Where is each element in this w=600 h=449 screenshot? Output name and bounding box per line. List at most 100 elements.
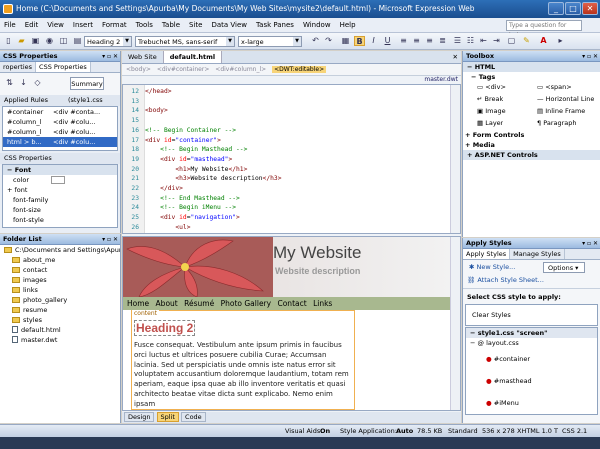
- code-line[interactable]: 21 <h3>Website description</h3>: [123, 174, 281, 184]
- code-line[interactable]: 20 <h1>My Website</h1>: [123, 165, 282, 175]
- media-group[interactable]: + Media: [463, 140, 600, 150]
- bullet-list-icon[interactable]: ☷: [465, 36, 476, 46]
- tag-column[interactable]: <div#column_l>: [215, 66, 266, 73]
- tool-image[interactable]: ▣ Image: [473, 106, 506, 116]
- tab-default-html[interactable]: default.html: [163, 51, 223, 63]
- heading-2[interactable]: Heading 2: [134, 320, 196, 336]
- style-select[interactable]: Heading 2 ▼: [84, 36, 132, 47]
- code-line[interactable]: 26 <ul>: [123, 223, 282, 233]
- code-line[interactable]: 22 </div>: [123, 184, 282, 194]
- font-select[interactable]: Trebuchet MS, sans-serif ▼: [135, 36, 235, 47]
- code-line[interactable]: 16 <!-- Begin Container -->: [123, 126, 282, 136]
- style-item[interactable]: ● #iMenu: [466, 392, 597, 414]
- more-options-icon[interactable]: ▸: [555, 36, 566, 46]
- rule-row[interactable]: #container <div #conta...: [3, 107, 117, 117]
- folder-item[interactable]: images: [0, 275, 120, 285]
- design-scrollbar[interactable]: [450, 237, 460, 410]
- code-line[interactable]: 19 <div id="masthead">: [123, 155, 282, 165]
- tool-div[interactable]: ▭ <div>: [473, 82, 506, 92]
- align-center-icon[interactable]: ≡: [411, 36, 422, 46]
- tab-code[interactable]: Code: [181, 412, 206, 422]
- tab-apply-styles[interactable]: Apply Styles: [463, 249, 511, 259]
- code-line[interactable]: 18 <!-- Begin Masthead -->: [123, 145, 282, 155]
- nav-links[interactable]: Links: [313, 299, 332, 308]
- tag-container[interactable]: <div#container>: [157, 66, 210, 73]
- style-application-value[interactable]: Auto: [396, 425, 413, 437]
- file-item[interactable]: master.dwt: [0, 335, 120, 345]
- tab-properties[interactable]: roperties: [0, 62, 37, 72]
- prop-row[interactable]: color: [3, 175, 117, 185]
- code-line[interactable]: 13: [123, 97, 282, 107]
- redo-icon[interactable]: ↷: [323, 36, 334, 46]
- mode[interactable]: Standard: [448, 425, 478, 437]
- panel-buttons[interactable]: ▾ ▫ ✕: [102, 234, 118, 245]
- menu-site[interactable]: Site: [189, 21, 202, 29]
- code-view[interactable]: 12 </head> 13 14 <body> 15 16 <!-- Begin Contai…: [122, 84, 461, 234]
- prop-row[interactable]: font-family: [3, 195, 117, 205]
- form-controls-group[interactable]: + Form Controls: [463, 130, 600, 140]
- layout-import[interactable]: − @ layout.css: [466, 338, 597, 348]
- sort-icon[interactable]: ⇅: [4, 78, 15, 88]
- italic-button[interactable]: I: [368, 36, 379, 46]
- outdent-icon[interactable]: ⇤: [478, 36, 489, 46]
- tab-manage-styles[interactable]: Manage Styles: [510, 249, 565, 259]
- tags-group[interactable]: − Tags: [463, 72, 600, 82]
- nav-resume[interactable]: Résumé: [184, 299, 214, 308]
- close-button[interactable]: ✕: [582, 2, 598, 15]
- menu-help[interactable]: Help: [340, 21, 356, 29]
- color-swatch[interactable]: [51, 176, 65, 184]
- tool-span[interactable]: ▭ <span>: [533, 82, 572, 92]
- menu-edit[interactable]: Edit: [25, 21, 39, 29]
- folder-item[interactable]: contact: [0, 265, 120, 275]
- new-page-icon[interactable]: ▯: [3, 36, 14, 46]
- prop-row[interactable]: + font: [3, 185, 117, 195]
- tab-split[interactable]: Split: [156, 412, 179, 422]
- code-line[interactable]: 12 </head>: [123, 87, 282, 97]
- menu-insert[interactable]: Insert: [73, 21, 93, 29]
- menu-window[interactable]: Window: [303, 21, 331, 29]
- justify-icon[interactable]: ≣: [437, 36, 448, 46]
- master-link[interactable]: master.dwt: [122, 76, 461, 83]
- tab-css-properties[interactable]: CSS Properties: [36, 62, 91, 72]
- css-version[interactable]: CSS 2.1: [562, 425, 587, 437]
- rule-row[interactable]: #column_l <div #colu...: [3, 117, 117, 127]
- nav-contact[interactable]: Contact: [277, 299, 306, 308]
- tool-hr[interactable]: — Horizontal Line: [533, 94, 594, 104]
- style-item[interactable]: ● #container: [466, 348, 597, 370]
- highlight-icon[interactable]: ✎: [521, 36, 532, 46]
- summary-button[interactable]: Summary: [70, 77, 104, 90]
- insert-image-icon[interactable]: ▦: [340, 36, 351, 46]
- rule-row[interactable]: #column_l <div #colu...: [3, 127, 117, 137]
- new-style-link[interactable]: ✱ New Style...: [465, 262, 515, 272]
- align-right-icon[interactable]: ≡: [424, 36, 435, 46]
- nav-about[interactable]: About: [156, 299, 178, 308]
- open-folder-icon[interactable]: ▰: [16, 36, 27, 46]
- doctype[interactable]: XHTML 1.0 T: [517, 425, 558, 437]
- minimize-button[interactable]: _: [548, 2, 564, 15]
- folder-item[interactable]: links: [0, 285, 120, 295]
- options-button[interactable]: Options ▾: [543, 262, 585, 273]
- code-line[interactable]: 25 <div id="navigation">: [123, 213, 282, 223]
- publish-icon[interactable]: ◉: [44, 36, 55, 46]
- menu-file[interactable]: File: [4, 21, 16, 29]
- print-icon[interactable]: ▤: [72, 36, 83, 46]
- visual-aids-value[interactable]: On: [320, 425, 330, 437]
- design-view[interactable]: My Website Website description Home Abou…: [122, 236, 461, 411]
- menu-task-panes[interactable]: Task Panes: [256, 21, 294, 29]
- font-group-row[interactable]: − Font: [3, 165, 117, 175]
- menu-data-view[interactable]: Data View: [211, 21, 247, 29]
- content-region[interactable]: content Heading 2 Fusce consequat. Vesti…: [131, 310, 355, 410]
- bold-button[interactable]: B: [354, 36, 365, 46]
- aspnet-group[interactable]: + ASP.NET Controls: [463, 150, 600, 160]
- menu-tools[interactable]: Tools: [136, 21, 153, 29]
- attach-stylesheet-link[interactable]: ⛓ Attach Style Sheet...: [463, 274, 600, 286]
- tab-design[interactable]: Design: [124, 412, 155, 422]
- close-doc-icon[interactable]: ✕: [453, 51, 461, 63]
- tool-layer[interactable]: ▦ Layer: [473, 118, 503, 128]
- prop-row[interactable]: font-size: [3, 205, 117, 215]
- stylesheet-header[interactable]: − style1.css "screen": [466, 328, 597, 338]
- html-group[interactable]: − HTML: [463, 62, 600, 72]
- nav-home[interactable]: Home: [127, 299, 149, 308]
- numbered-list-icon[interactable]: ☰: [452, 36, 463, 46]
- code-line[interactable]: 17 <div id="container">: [123, 136, 282, 146]
